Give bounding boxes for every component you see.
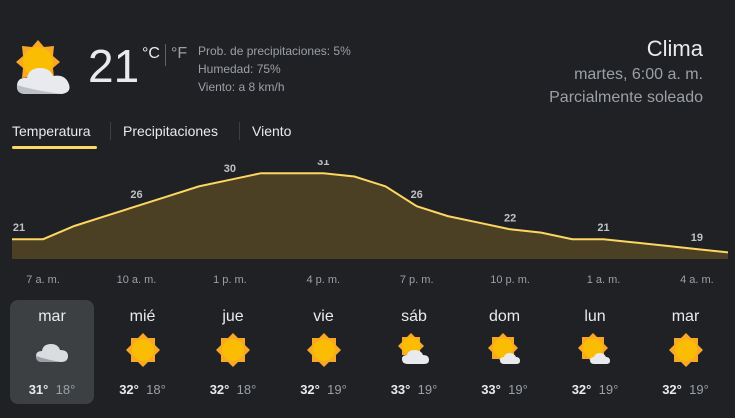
day-low: 18° xyxy=(236,382,257,397)
day-7[interactable]: mar 32° 19° xyxy=(644,300,728,404)
x-tick-label: 1 p. m. xyxy=(213,274,247,286)
data-label: 22 xyxy=(504,212,516,224)
data-label: 19 xyxy=(691,232,703,244)
sun-icon xyxy=(668,332,704,368)
day-name: dom xyxy=(488,308,521,325)
day-temps: 32° 19° xyxy=(553,382,637,397)
partly-cloudy-small-icon xyxy=(577,332,613,368)
sun-icon xyxy=(215,332,251,368)
cloudy-icon xyxy=(34,332,70,368)
day-name: vie xyxy=(313,308,334,325)
day-0[interactable]: mar 31° 18° xyxy=(10,300,94,404)
day-high: 33° xyxy=(390,382,411,397)
temperature-chart: 21 26 30 31 26 22 21 19 7 a. m. 10 a. m. 1 p. m. 4 … xyxy=(12,160,729,286)
current-datetime: martes, 6:00 a. m. xyxy=(574,66,703,83)
day-low: 19° xyxy=(508,382,528,397)
active-tab-indicator xyxy=(12,146,97,149)
day-high: 33° xyxy=(481,382,501,397)
humidity: Humedad: 75% xyxy=(198,62,281,76)
partly-cloudy-icon xyxy=(396,332,432,368)
partly-cloudy-icon xyxy=(16,40,70,94)
data-label: 26 xyxy=(411,189,423,201)
day-high: 32° xyxy=(119,382,139,397)
day-temps: 31° 18° xyxy=(10,382,94,397)
day-high: 32° xyxy=(571,382,592,397)
unit-divider xyxy=(165,44,166,66)
precipitation-probability: Prob. de precipitaciones: 5% xyxy=(198,44,351,58)
day-temps: 33° 19° xyxy=(463,382,547,397)
unit-fahrenheit-button[interactable]: °F xyxy=(171,45,187,63)
day-temps: 33° 19° xyxy=(372,382,456,397)
x-tick-label: 10 p. m. xyxy=(490,274,530,286)
data-label: 31 xyxy=(317,160,329,168)
current-temperature: 21 xyxy=(88,40,140,92)
day-high: 32° xyxy=(209,382,230,397)
day-5[interactable]: dom 33° 19° xyxy=(463,300,547,404)
data-label: 21 xyxy=(597,222,609,234)
sun-icon xyxy=(125,332,161,368)
unit-celsius-button[interactable]: °C xyxy=(142,45,160,63)
day-low: 19° xyxy=(598,382,619,397)
day-3[interactable]: vie 32° 19° xyxy=(282,300,366,404)
x-tick-label: 10 a. m. xyxy=(117,274,157,286)
tab-wind[interactable]: Viento xyxy=(252,123,291,139)
current-condition: Parcialmente soleado xyxy=(549,89,703,106)
day-low: 18° xyxy=(146,382,166,397)
x-tick-label: 1 a. m. xyxy=(587,274,621,286)
wind-speed: Viento: a 8 km/h xyxy=(198,80,285,94)
x-tick-label: 4 p. m. xyxy=(306,274,340,286)
day-high: 32° xyxy=(300,382,320,397)
tab-divider xyxy=(110,122,111,140)
x-tick-label: 4 a. m. xyxy=(680,274,714,286)
tab-temperature[interactable]: Temperatura xyxy=(12,123,91,139)
data-label: 30 xyxy=(224,163,236,175)
x-tick-label: 7 p. m. xyxy=(400,274,434,286)
sun-icon xyxy=(306,332,342,368)
day-low: 19° xyxy=(417,382,438,397)
day-temps: 32° 18° xyxy=(101,382,185,397)
day-temps: 32° 19° xyxy=(282,382,366,397)
day-4[interactable]: sáb 33° 19° xyxy=(372,300,456,404)
day-name: sáb xyxy=(401,308,427,325)
day-6[interactable]: lun 32° 19° xyxy=(553,300,637,404)
day-name: mar xyxy=(38,308,66,325)
day-high: 32° xyxy=(662,382,682,397)
day-2[interactable]: jue 32° 18° xyxy=(191,300,275,404)
day-name: lun xyxy=(584,308,606,325)
temperature-area xyxy=(12,173,728,259)
day-low: 19° xyxy=(327,382,347,397)
day-temps: 32° 18° xyxy=(191,382,275,397)
day-name: jue xyxy=(222,308,244,325)
day-name: mar xyxy=(671,308,700,325)
day-name: mié xyxy=(129,308,156,325)
weather-title: Clima xyxy=(646,36,703,61)
data-label: 21 xyxy=(13,222,25,234)
tab-divider xyxy=(239,122,240,140)
partly-cloudy-small-icon xyxy=(487,332,523,368)
data-label: 26 xyxy=(130,189,142,201)
day-1[interactable]: mié 32° 18° xyxy=(101,300,185,404)
day-high: 31° xyxy=(28,382,49,397)
tab-precipitation[interactable]: Precipitaciones xyxy=(123,123,218,139)
day-low: 18° xyxy=(55,382,76,397)
x-tick-label: 7 a. m. xyxy=(26,274,60,286)
day-low: 19° xyxy=(689,382,709,397)
day-temps: 32° 19° xyxy=(644,382,728,397)
